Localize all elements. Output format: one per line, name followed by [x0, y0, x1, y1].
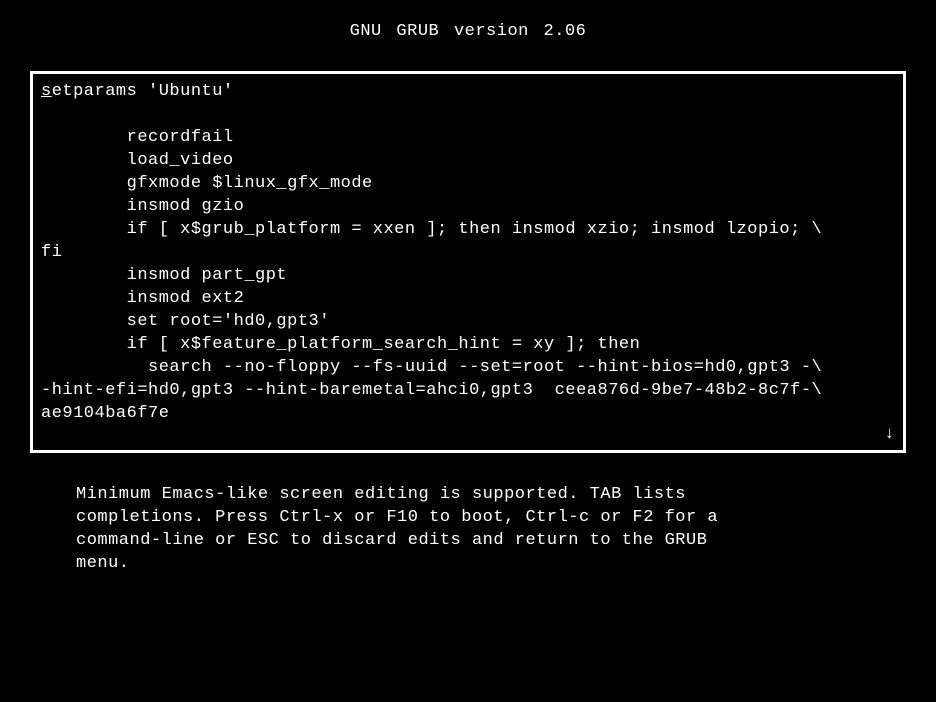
grub-header: GNU GRUB version 2.06 — [0, 0, 936, 71]
editor-line-13: search --no-floppy --fs-uuid --set=root … — [41, 358, 822, 377]
cursor-char: s — [41, 82, 52, 101]
grub-title: GNU GRUB version 2.06 — [350, 22, 587, 41]
editor-line-12: if [ x$feature_platform_search_hint = xy… — [41, 335, 640, 354]
editor-line-4: load_video — [41, 151, 234, 170]
editor-line-14: -hint-efi=hd0,gpt3 --hint-baremetal=ahci… — [41, 381, 822, 400]
editor-line-15: ae9104ba6f7e — [41, 404, 169, 423]
scroll-down-indicator: ↓ — [884, 425, 895, 444]
editor-line-10: insmod ext2 — [41, 289, 244, 308]
editor-line-11: set root='hd0,gpt3' — [41, 312, 330, 331]
help-text: Minimum Emacs-like screen editing is sup… — [76, 483, 860, 575]
editor-line-3: recordfail — [41, 128, 234, 147]
editor-line-6: insmod gzio — [41, 197, 244, 216]
grub-editor[interactable]: setparams 'Ubuntu' recordfail load_video… — [30, 71, 906, 453]
editor-line-1-rest: etparams 'Ubuntu' — [52, 82, 234, 101]
editor-content[interactable]: setparams 'Ubuntu' recordfail load_video… — [41, 80, 897, 425]
editor-line-9: insmod part_gpt — [41, 266, 287, 285]
editor-line-7: if [ x$grub_platform = xxen ]; then insm… — [41, 220, 822, 239]
editor-line-8: fi — [41, 243, 62, 262]
editor-line-5: gfxmode $linux_gfx_mode — [41, 174, 373, 193]
